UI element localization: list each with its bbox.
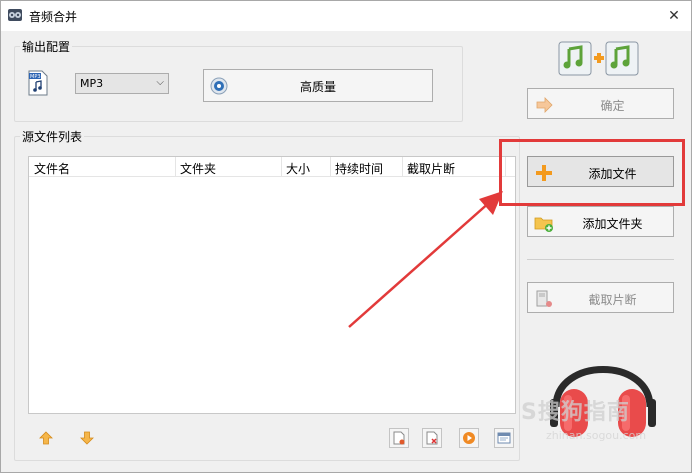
move-up-icon[interactable] [39, 431, 53, 445]
watermark-url: zhinan.sogou.com [546, 429, 647, 442]
add-folder-button[interactable]: 添加文件夹 [527, 206, 674, 237]
window-properties-icon [497, 432, 511, 444]
move-down-icon[interactable] [80, 431, 94, 445]
format-select-value: MP3 [80, 77, 104, 90]
watermark-brand: S搜狗指南 [521, 400, 630, 425]
column-header-folder[interactable]: 文件夹 [180, 160, 216, 177]
column-header-clip[interactable]: 截取片断 [407, 160, 455, 177]
window-title: 音频合并 [29, 10, 78, 24]
title-bar: 音频合并 ✕ [1, 1, 691, 31]
confirm-button[interactable]: 确定 [527, 88, 674, 119]
column-separator[interactable] [330, 157, 331, 177]
play-button[interactable] [459, 428, 479, 448]
add-folder-button-label: 添加文件夹 [582, 217, 643, 231]
play-icon [463, 432, 475, 444]
quality-button[interactable]: 高质量 [203, 69, 433, 102]
annotation-highlight-box [499, 139, 685, 206]
clip-segment-button-label: 截取片断 [588, 293, 637, 307]
column-separator[interactable] [402, 157, 403, 177]
quality-button-label: 高质量 [299, 80, 336, 94]
chevron-down-icon: ⌵ [156, 77, 164, 88]
annotation-arrow-icon [348, 191, 503, 328]
mp3-file-icon: MP3 [28, 70, 48, 96]
headphones-icon [550, 366, 656, 437]
app-film-icon [8, 9, 22, 21]
column-separator[interactable] [281, 157, 282, 177]
column-separator[interactable] [175, 157, 176, 177]
format-select[interactable]: MP3 ⌵ [75, 73, 169, 94]
new-file-icon [393, 431, 405, 445]
delete-file-icon [426, 431, 438, 445]
properties-button[interactable] [494, 428, 514, 448]
audio-merge-logo-icon [558, 41, 639, 76]
svg-text:MP3: MP3 [30, 74, 41, 80]
audio-merge-window: 音频合并 ✕ 输出配置 MP3 MP3 ⌵ 高质量 源文件列表 文件名 文件夹 … [0, 0, 692, 473]
column-header-size[interactable]: 大小 [286, 160, 310, 177]
list-header: 文件名 文件夹 大小 持续时间 截取片断 [29, 157, 515, 177]
source-list-legend: 源文件列表 [20, 128, 85, 145]
new-list-button[interactable] [389, 428, 409, 448]
column-header-duration[interactable]: 持续时间 [335, 160, 383, 177]
remove-file-button[interactable] [422, 428, 442, 448]
column-header-filename[interactable]: 文件名 [34, 160, 70, 177]
clip-segment-button[interactable]: 截取片断 [527, 282, 674, 313]
output-config-legend: 输出配置 [20, 38, 73, 55]
close-button[interactable]: ✕ [663, 5, 685, 27]
confirm-button-label: 确定 [600, 99, 625, 113]
button-divider [527, 259, 674, 260]
